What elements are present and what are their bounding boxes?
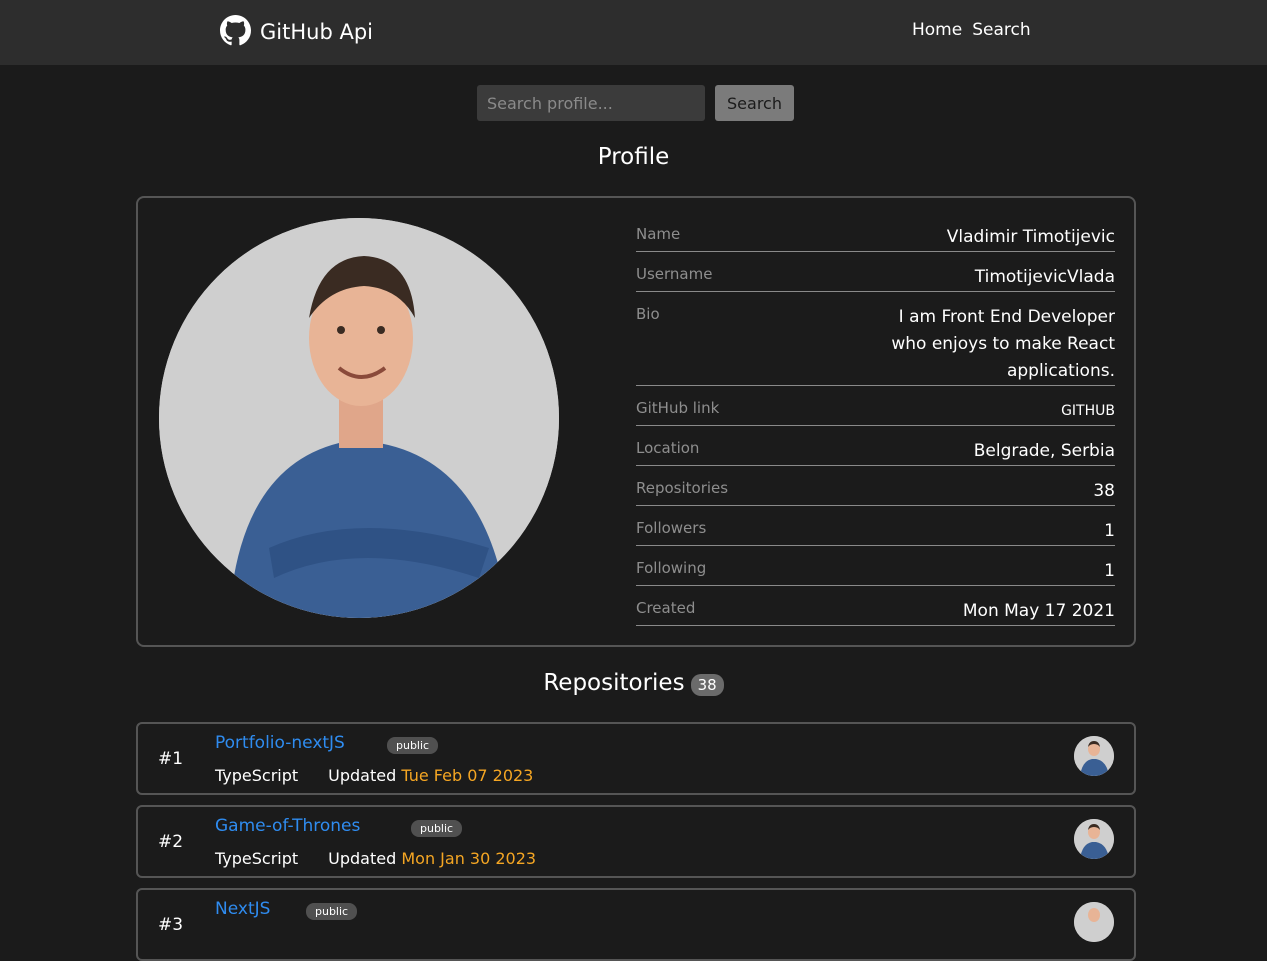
repo-card: #2 Game-of-Thrones public TypeScript Upd… [136,805,1136,878]
repo-visibility-badge: public [387,737,439,754]
profile-row-repositories: Repositories 38 [636,472,1115,506]
profile-repositories-count: 38 [1093,481,1115,501]
repo-index: #1 [158,749,184,769]
repo-index: #3 [158,915,184,935]
row-label: Bio [636,305,660,323]
owner-avatar [1074,736,1114,776]
search-bar: Search [477,85,794,121]
profile-row-github-link: GitHub link GITHUB [636,392,1115,426]
repo-meta: TypeScript Updated Tue Feb 07 2023 [215,766,533,785]
repo-updated-date: Mon Jan 30 2023 [401,849,537,868]
repo-updated-label: Updated [328,849,397,868]
profile-row-created: Created Mon May 17 2021 [636,592,1115,626]
avatar [159,218,559,618]
repo-index: #2 [158,832,184,852]
profile-row-username: Username TimotijevicVlada [636,258,1115,292]
repo-meta: TypeScript Updated Mon Jan 30 2023 [215,849,536,868]
repo-card: #1 Portfolio-nextJS public TypeScript Up… [136,722,1136,795]
repo-visibility-badge: public [306,903,358,920]
profile-title: Profile [597,144,670,170]
repo-name-link[interactable]: Portfolio-nextJS [215,733,345,753]
nav-link-home[interactable]: Home [912,20,962,40]
profile-name: Vladimir Timotijevic [946,227,1115,247]
nav-links: Home Search [912,20,1031,40]
profile-created-date: Mon May 17 2021 [962,601,1115,621]
profile-location: Belgrade, Serbia [973,441,1115,461]
row-label: Repositories [636,479,729,497]
repo-language: TypeScript [215,849,299,868]
navbar: GitHub Api Home Search [0,0,1267,65]
repo-updated-label: Updated [328,766,397,785]
row-label: GitHub link [636,399,720,417]
profile-row-bio: Bio I am Front End Developer who enjoys … [636,298,1115,386]
row-label: Location [636,439,700,457]
repositories-heading: Repositories [543,670,685,696]
owner-avatar [1074,819,1114,859]
search-input[interactable] [477,85,705,121]
row-label: Following [636,559,707,577]
profile-row-name: Name Vladimir Timotijevic [636,218,1115,252]
repo-card: #3 NextJS public [136,888,1136,961]
repo-name-link[interactable]: Game-of-Thrones [215,816,360,836]
brand[interactable]: GitHub Api [220,14,373,50]
profile-username: TimotijevicVlada [974,267,1115,287]
brand-title: GitHub Api [260,20,373,44]
github-link[interactable]: GITHUB [1061,398,1115,425]
repo-updated-date: Tue Feb 07 2023 [401,766,534,785]
profile-row-location: Location Belgrade, Serbia [636,432,1115,466]
profile-bio: I am Front End Developer who enjoys to m… [891,307,1115,381]
repo-updated: Updated Tue Feb 07 2023 [328,766,533,785]
nav-link-search[interactable]: Search [972,20,1030,40]
profile-row-following: Following 1 [636,552,1115,586]
row-label: Followers [636,519,707,537]
repositories-count-badge: 38 [690,674,724,696]
repositories-title: Repositories 38 [0,670,1267,696]
row-label: Created [636,599,696,617]
repo-updated: Updated Mon Jan 30 2023 [328,849,536,868]
search-button[interactable]: Search [715,85,794,121]
repo-language: TypeScript [215,766,299,785]
row-label: Name [636,225,681,243]
profile-card: Name Vladimir Timotijevic Username Timot… [136,196,1136,647]
repo-visibility-badge: public [411,820,463,837]
repo-name-link[interactable]: NextJS [215,899,270,919]
profile-details: Name Vladimir Timotijevic Username Timot… [636,218,1115,632]
profile-following-count: 1 [1104,561,1115,581]
row-label: Username [636,265,713,283]
github-icon [220,14,251,50]
profile-followers-count: 1 [1104,521,1115,541]
profile-row-followers: Followers 1 [636,512,1115,546]
owner-avatar [1074,902,1114,942]
